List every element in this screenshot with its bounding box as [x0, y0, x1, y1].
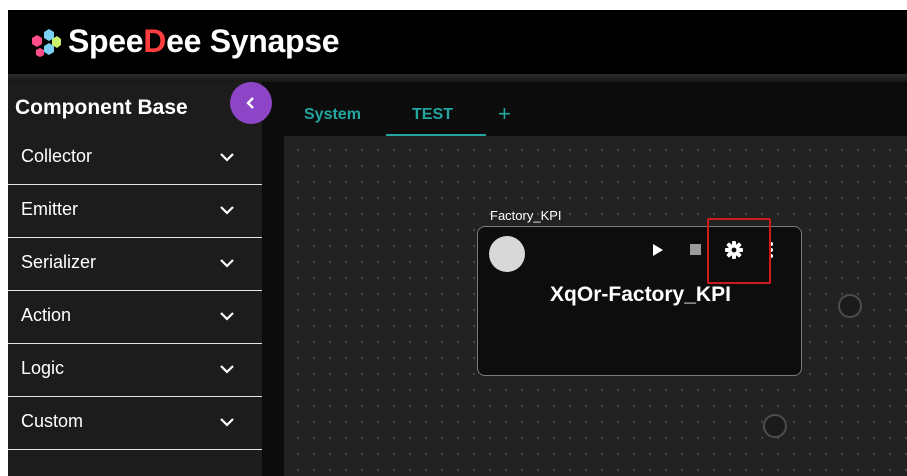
node-status-indicator [489, 236, 525, 272]
chevron-down-icon [220, 259, 234, 268]
divider [8, 449, 262, 450]
brand-prefix: Spee [68, 23, 144, 59]
brand-suffix: ee Synapse [166, 23, 340, 59]
hexagon-cluster-logo-icon [32, 29, 61, 57]
play-icon[interactable] [653, 244, 663, 256]
header-divider [8, 74, 907, 82]
chevron-down-icon [220, 365, 234, 374]
chevron-down-icon [220, 418, 234, 427]
sidebar-item-custom[interactable]: Custom [8, 397, 262, 450]
chevron-down-icon [220, 153, 234, 162]
sidebar-item-label: Custom [21, 411, 84, 431]
sidebar-item-collector[interactable]: Collector [8, 132, 262, 185]
sidebar: Component Base Collector Emitter Seriali… [8, 82, 262, 476]
add-tab-button[interactable]: + [498, 101, 511, 127]
sidebar-title: Component Base [15, 96, 188, 119]
brand-logo-mark: D [143, 23, 167, 59]
sidebar-item-action[interactable]: Action [8, 291, 262, 344]
sidebar-item-label: Action [21, 305, 72, 325]
sidebar-item-label: Serializer [21, 252, 97, 272]
chevron-down-icon [220, 206, 234, 215]
chevron-down-icon [220, 312, 234, 321]
tab-system[interactable]: System [304, 106, 361, 124]
sidebar-item-label: Collector [21, 146, 93, 166]
sidebar-item-label: Emitter [21, 199, 79, 219]
tab-test[interactable]: TEST [412, 106, 453, 124]
node-port[interactable] [763, 414, 787, 438]
sidebar-item-label: Logic [21, 358, 65, 378]
canvas-gutter [262, 136, 284, 476]
sidebar-item-emitter[interactable]: Emitter [8, 185, 262, 238]
sidebar-item-logic[interactable]: Logic [8, 344, 262, 397]
settings-highlight-box [707, 218, 771, 284]
stop-icon[interactable] [690, 244, 701, 255]
node-caption: Factory_KPI [490, 208, 562, 223]
app-brand-title: SpeeDee Synapse [68, 23, 340, 60]
node-title: XqOr-Factory_KPI [550, 283, 731, 306]
chevron-left-icon [246, 97, 254, 109]
header-bar: SpeeDee Synapse [8, 10, 907, 74]
collapse-sidebar-button[interactable] [230, 82, 272, 124]
tab-bar: System TEST + [262, 82, 907, 136]
node-output-port[interactable] [838, 294, 862, 318]
sidebar-item-serializer[interactable]: Serializer [8, 238, 262, 291]
